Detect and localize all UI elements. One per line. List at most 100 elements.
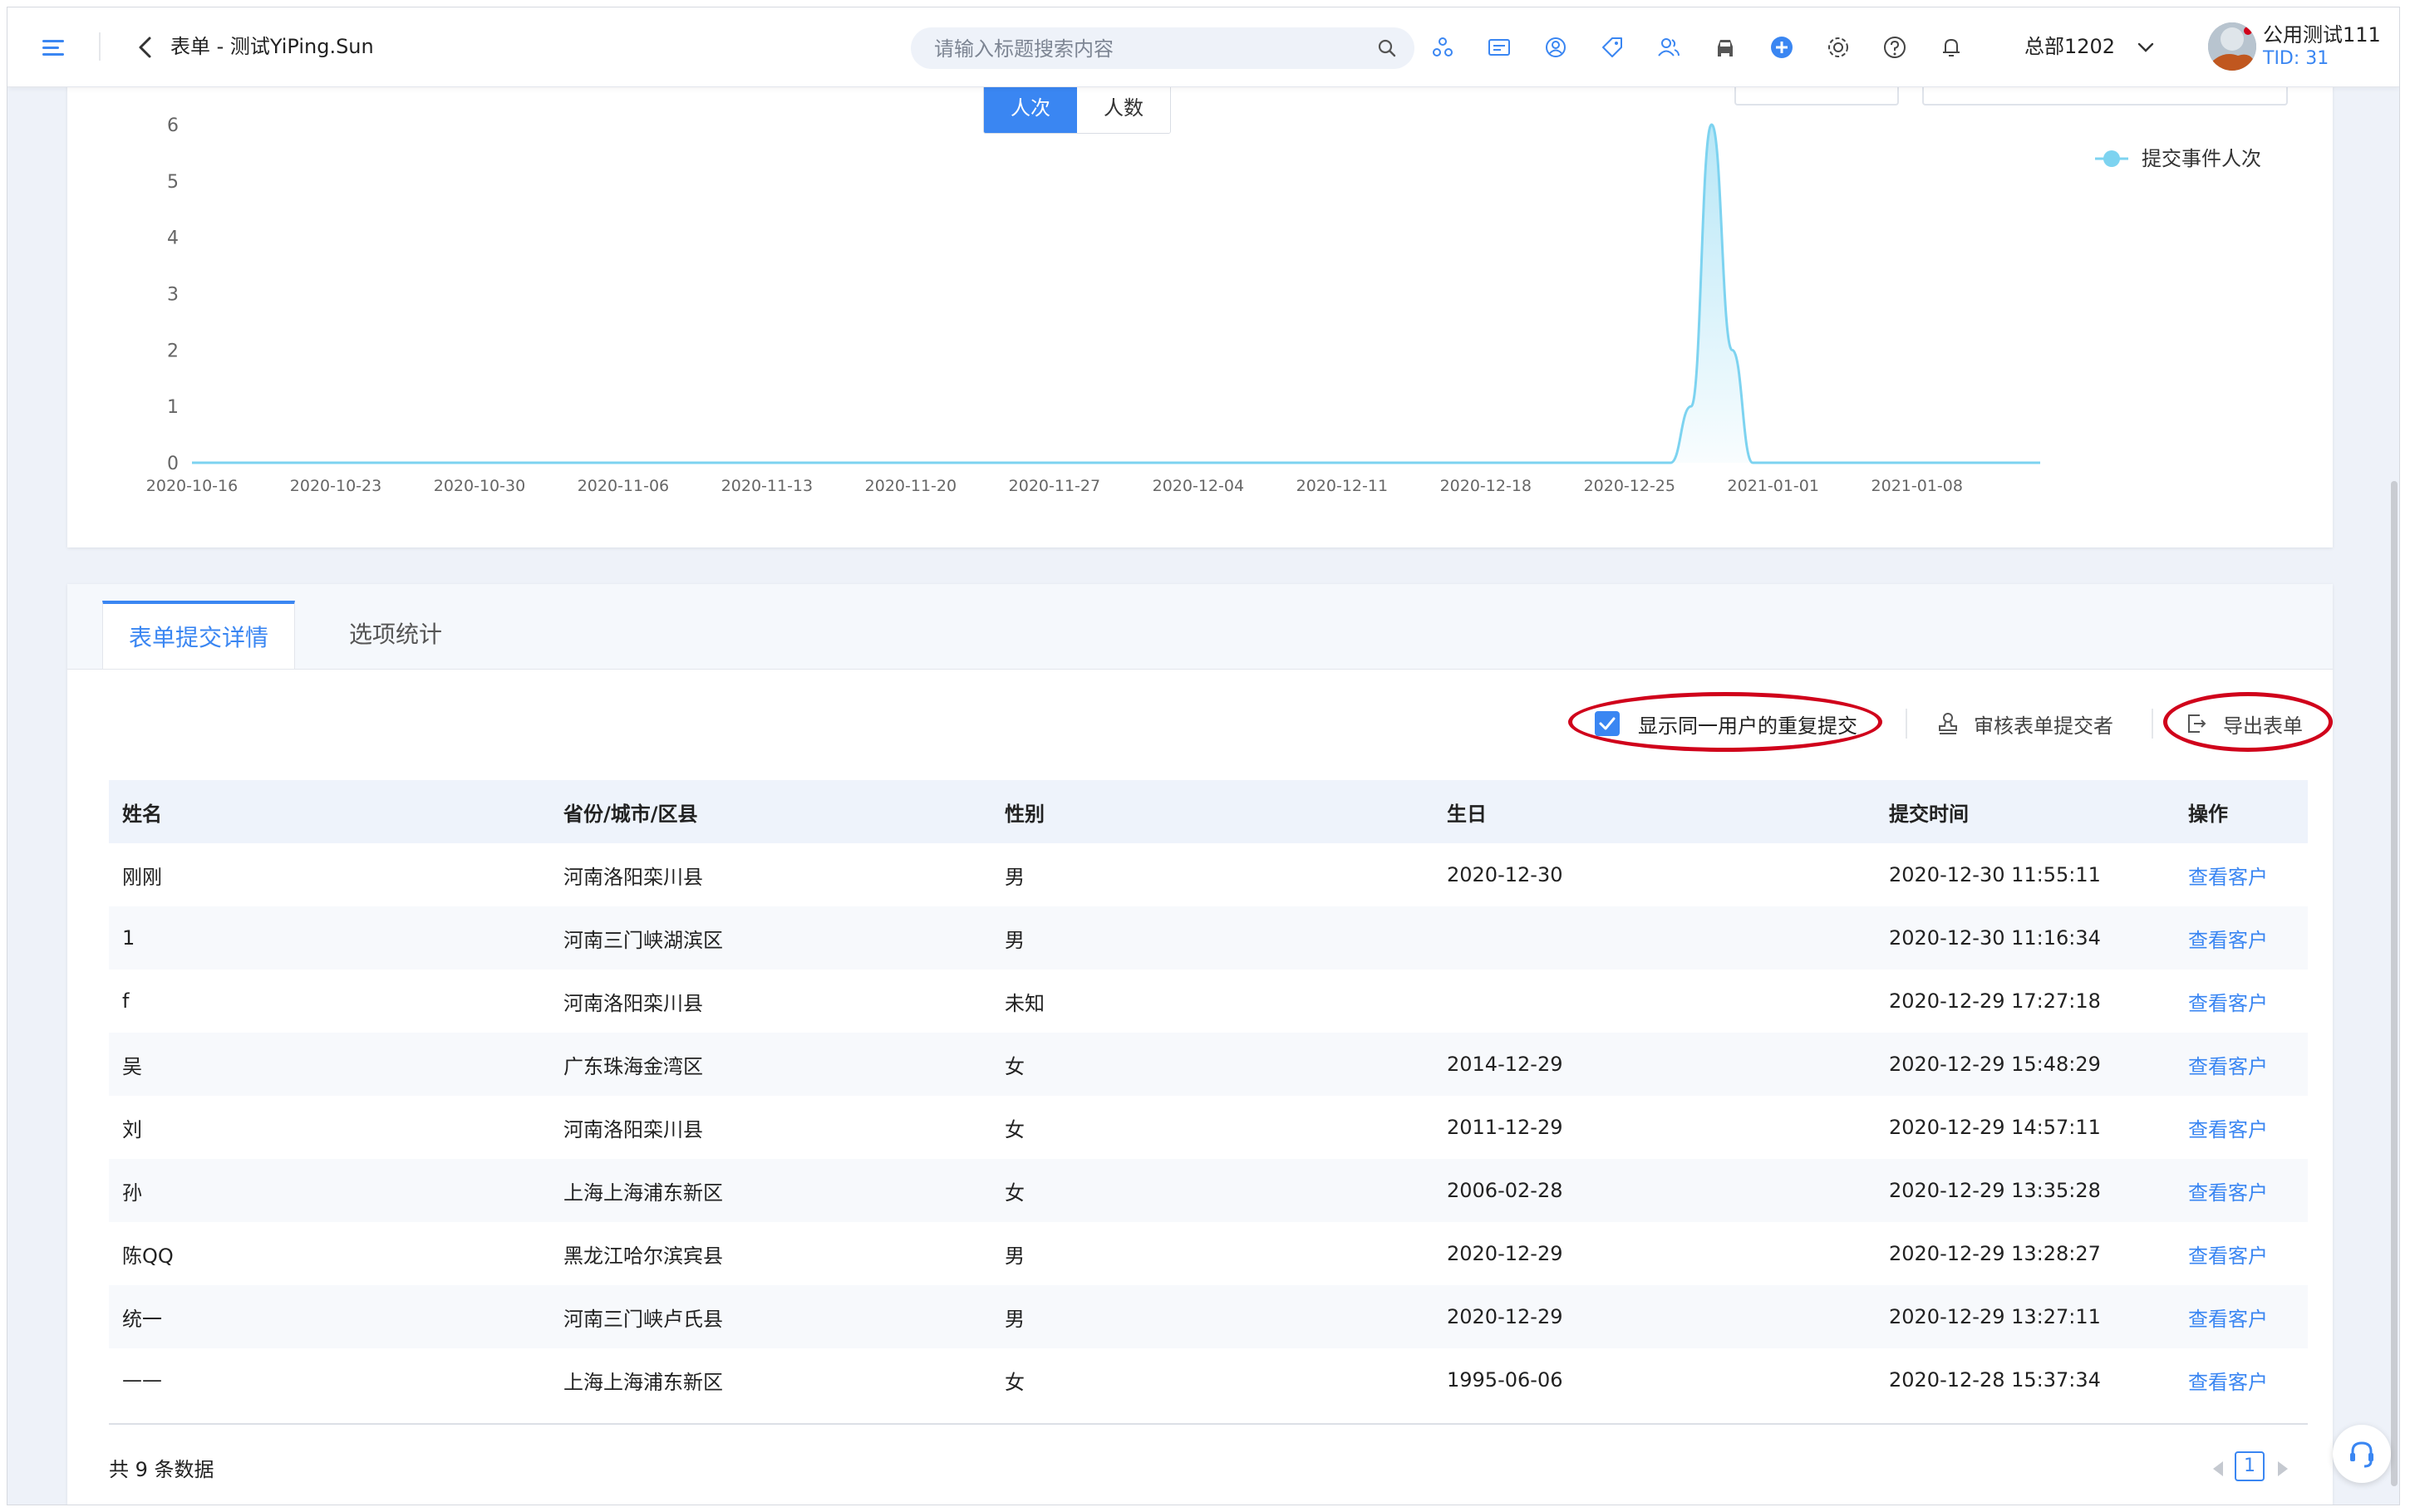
bell-icon[interactable] <box>1939 35 1964 60</box>
x-tick-label: 2020-11-13 <box>721 477 813 495</box>
view-customer-link[interactable]: 查看客户 <box>2175 1033 2308 1096</box>
table-row: 统一 河南三门峡卢氏县男 2020-12-29 2020-12-29 13:27:11… <box>109 1285 2308 1348</box>
table-cell: 女 <box>1005 1117 1025 1141</box>
table-cell: 刘 <box>122 1117 142 1141</box>
table-cell: 河南洛阳栾川县 <box>563 1117 703 1141</box>
table-row: f 河南洛阳栾川县 未知 2020-12-29 17:27:18 查看客户 <box>109 970 2308 1033</box>
view-customer-link[interactable]: 查看客户 <box>2175 970 2308 1033</box>
add-circle-icon[interactable] <box>1769 35 1794 60</box>
menu-icon[interactable] <box>41 36 66 59</box>
table-cell: 男 <box>1005 1244 1025 1268</box>
help-icon[interactable] <box>1882 35 1907 60</box>
series-area <box>192 125 2040 463</box>
tab-option-stats[interactable]: 选项统计 <box>325 601 466 669</box>
table-cell: 女 <box>991 1159 1434 1222</box>
check-icon <box>1599 717 1616 730</box>
table-cell: 女 <box>1005 1370 1025 1394</box>
legend-label: 提交事件人次 <box>2142 147 2261 170</box>
column-header: 性别 <box>991 780 1434 843</box>
table-cell: 上海上海浦东新区 <box>550 1159 991 1222</box>
table-cell: 刚刚 <box>122 865 162 889</box>
repeat-label: 显示同一用户的重复提交 <box>1638 714 1857 738</box>
tag-icon[interactable] <box>1600 35 1625 60</box>
toolbar-divider <box>99 32 101 61</box>
table-cell: 2020-12-30 <box>1447 863 1563 886</box>
table-cell: 上海上海浦东新区 <box>563 1370 723 1394</box>
share-icon[interactable] <box>1430 35 1455 60</box>
table-cell: 河南三门峡卢氏县 <box>550 1285 991 1348</box>
car-icon[interactable] <box>1713 35 1738 60</box>
x-tick-label: 2020-12-18 <box>1440 477 1532 495</box>
total-count: 共 9 条数据 <box>109 1458 214 1481</box>
export-form-button[interactable]: 导出表单 <box>2186 705 2303 742</box>
table-cell <box>1434 970 1876 1033</box>
y-tick-label: 0 <box>167 454 179 474</box>
audit-label: 审核表单提交者 <box>1974 714 2113 738</box>
users-icon[interactable] <box>1656 35 1681 60</box>
view-customer-link[interactable]: 查看客户 <box>2175 1285 2308 1348</box>
table-row: 孙上海上海浦东新区女 2006-02-28 2020-12-29 13:35:28 查… <box>109 1159 2308 1222</box>
table-cell: 男 <box>991 1285 1434 1348</box>
column-header: 姓名 <box>109 780 550 843</box>
chevron-down-icon[interactable] <box>2137 41 2155 54</box>
table-cell: 河南三门峡湖滨区 <box>550 906 991 970</box>
table-cell: 2006-02-28 <box>1434 1159 1876 1222</box>
x-tick-label: 2020-11-27 <box>1009 477 1100 495</box>
page-title: 表单 - 测试YiPing.Sun <box>170 35 374 58</box>
view-customer-link[interactable]: 查看客户 <box>2175 1222 2308 1285</box>
audit-submitters-button[interactable]: 审核表单提交者 <box>1937 705 2113 742</box>
view-customer-link[interactable]: 查看客户 <box>2175 1096 2308 1159</box>
table-cell: 统一 <box>109 1285 550 1348</box>
search-input[interactable] <box>932 27 1351 71</box>
gear-icon[interactable] <box>1826 35 1851 60</box>
table-row: —— 上海上海浦东新区 女 1995-06-06 2020-12-28 15:37:34… <box>109 1348 2308 1411</box>
table-cell: 2020-12-30 11:16:34 <box>1876 906 2175 970</box>
table-cell: 广东珠海金湾区 <box>550 1033 991 1096</box>
back-icon[interactable] <box>136 36 155 59</box>
chevron-left-icon[interactable] <box>2211 1460 2225 1478</box>
message-icon[interactable] <box>1487 35 1512 60</box>
view-customer-link[interactable]: 查看客户 <box>2175 1348 2308 1411</box>
x-axis: 2020-10-16 2020-10-23 2020-10-30 2020-11-06… <box>146 477 1963 495</box>
customer-service-button[interactable] <box>2333 1425 2391 1483</box>
column-header: 操作 <box>2175 780 2308 843</box>
table-cell: 2020-12-29 13:28:27 <box>1889 1242 2101 1265</box>
scrollbar-thumb[interactable] <box>2391 481 2398 1486</box>
user-circle-icon[interactable] <box>1543 35 1568 60</box>
table-cell: 1995-06-06 <box>1447 1368 1563 1392</box>
y-tick-label: 4 <box>167 228 179 249</box>
x-tick-label: 2020-10-16 <box>146 477 238 495</box>
column-header: 生日 <box>1434 780 1876 843</box>
series-line <box>192 123 2040 464</box>
stamp-icon <box>1939 713 1957 734</box>
table-cell: 2020-12-29 13:35:28 <box>1876 1159 2175 1222</box>
page-number-button[interactable]: 1 <box>2235 1451 2265 1481</box>
org-selector[interactable]: 总部1202 <box>2024 32 2115 61</box>
repeat-checkbox[interactable] <box>1595 711 1620 736</box>
toolbar-divider <box>2152 709 2153 739</box>
view-customer-link[interactable]: 查看客户 <box>2175 843 2308 906</box>
view-customer-link[interactable]: 查看客户 <box>2175 906 2308 970</box>
table-cell: 2020-12-29 <box>1447 1242 1563 1265</box>
x-tick-label: 2020-10-30 <box>434 477 525 495</box>
column-header: 提交时间 <box>1876 780 2175 843</box>
x-tick-label: 2021-01-08 <box>1871 477 1963 495</box>
search-icon[interactable] <box>1378 39 1396 57</box>
series-layer <box>192 123 2040 464</box>
table-row: 刘 河南洛阳栾川县 女 2011-12-29 2020-12-29 14:57:11 查看… <box>109 1096 2308 1159</box>
avatar-image <box>2208 22 2256 71</box>
top-bar: 表单 - 测试YiPing.Sun 请输入标题搜索内容 总部1202 公用测试1… <box>7 7 2399 87</box>
export-icon <box>2188 714 2206 733</box>
tab-strip: 表单提交详情 选项统计 <box>67 584 2333 670</box>
y-tick-label: 1 <box>167 397 179 418</box>
tab-submission-details[interactable]: 表单提交详情 <box>102 601 295 669</box>
table-cell: 2014-12-29 <box>1434 1033 1876 1096</box>
view-customer-link[interactable]: 查看客户 <box>2175 1159 2308 1222</box>
chevron-right-icon[interactable] <box>2276 1460 2290 1478</box>
export-label: 导出表单 <box>2223 714 2303 738</box>
repeat-submission-toggle[interactable]: 显示同一用户的重复提交 <box>1595 700 1857 747</box>
table-divider <box>109 1423 2308 1425</box>
avatar[interactable] <box>2208 22 2256 71</box>
toolbar-divider <box>1906 709 1907 739</box>
table-row: 1 河南三门峡湖滨区男 2020-12-30 11:16:34 查看客户 <box>109 906 2308 970</box>
